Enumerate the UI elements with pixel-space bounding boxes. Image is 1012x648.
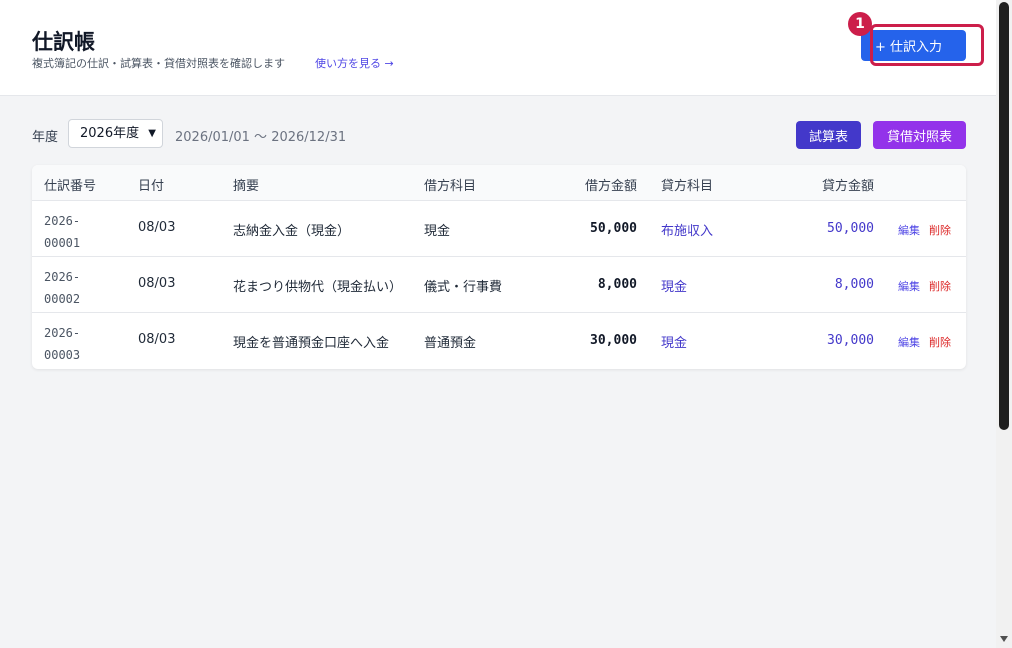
credit-account: 布施収入	[661, 224, 714, 239]
entry-date: 08/03	[138, 276, 176, 291]
entry-number: 2026- 00001	[44, 214, 81, 250]
delete-link[interactable]: 削除	[929, 334, 951, 350]
delete-link[interactable]: 削除	[929, 278, 951, 294]
entry-date: 08/03	[138, 332, 176, 347]
column-header-debit-account: 借方科目	[424, 179, 477, 194]
table-row: 2026- 00001 08/03 志納金入金（現金） 現金 50,000 布施…	[32, 201, 966, 257]
table-row: 2026- 00003 08/03 現金を普通預金口座へ入金 普通預金 30,0…	[32, 313, 966, 369]
step-badge: 1	[848, 12, 872, 36]
entry-number: 2026- 00002	[44, 270, 81, 306]
edit-link[interactable]: 編集	[898, 334, 920, 350]
credit-amount: 8,000	[834, 277, 874, 292]
debit-account: 普通預金	[424, 336, 477, 351]
year-label: 年度	[32, 130, 59, 145]
column-header-summary: 摘要	[233, 179, 260, 194]
debit-amount: 30,000	[590, 333, 637, 348]
journal-table: 仕訳番号 日付 摘要 借方科目 借方金額 貸方科目 貸方金額 2026- 000…	[32, 165, 966, 369]
year-select[interactable]: 2026年度 ▼	[68, 119, 163, 148]
table-row: 2026- 00002 08/03 花まつり供物代（現金払い） 儀式・行事費 8…	[32, 257, 966, 313]
scrollbar-thumb[interactable]	[999, 2, 1009, 430]
page-header: 仕訳帳 複式簿記の仕訳・試算表・貸借対照表を確認します 使い方を見る → + 仕…	[0, 0, 996, 96]
entry-number: 2026- 00003	[44, 326, 81, 362]
credit-amount: 30,000	[827, 333, 874, 348]
entry-date: 08/03	[138, 220, 176, 235]
year-select-value: 2026年度	[80, 126, 140, 141]
debit-account: 儀式・行事費	[424, 280, 503, 295]
debit-account: 現金	[424, 224, 451, 239]
delete-link[interactable]: 削除	[929, 222, 951, 238]
entry-summary: 現金を普通預金口座へ入金	[233, 336, 390, 351]
column-header-date: 日付	[138, 179, 165, 194]
column-header-debit-amount: 借方金額	[584, 179, 637, 194]
debit-amount: 50,000	[590, 221, 637, 236]
scroll-down-arrow-icon[interactable]	[1000, 636, 1008, 642]
credit-account: 現金	[661, 336, 688, 351]
page-subtitle: 複式簿記の仕訳・試算表・貸借対照表を確認します	[32, 57, 285, 70]
page-title: 仕訳帳	[32, 30, 95, 54]
trial-balance-button[interactable]: 試算表	[796, 121, 861, 149]
column-header-credit-amount: 貸方金額	[821, 179, 874, 194]
balance-sheet-button[interactable]: 貸借対照表	[873, 121, 966, 149]
column-header-entry-no: 仕訳番号	[44, 179, 97, 194]
debit-amount: 8,000	[597, 277, 637, 292]
entry-summary: 志納金入金（現金）	[233, 224, 351, 239]
table-header: 仕訳番号 日付 摘要 借方科目 借方金額 貸方科目 貸方金額	[32, 165, 966, 201]
new-entry-button[interactable]: + 仕訳入力	[861, 30, 966, 61]
column-header-credit-account: 貸方科目	[661, 179, 714, 194]
date-range: 2026/01/01 〜 2026/12/31	[175, 130, 347, 145]
help-link[interactable]: 使い方を見る →	[315, 55, 394, 71]
edit-link[interactable]: 編集	[898, 222, 920, 238]
edit-link[interactable]: 編集	[898, 278, 920, 294]
vertical-scrollbar[interactable]	[996, 0, 1012, 648]
chevron-down-icon: ▼	[148, 128, 156, 139]
entry-summary: 花まつり供物代（現金払い）	[233, 280, 403, 295]
credit-account: 現金	[661, 280, 688, 295]
credit-amount: 50,000	[827, 221, 874, 236]
